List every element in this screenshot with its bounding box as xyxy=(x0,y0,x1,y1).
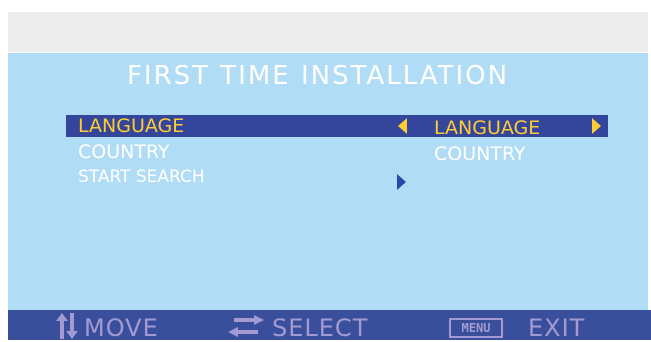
start-search-arrow-icon[interactable] xyxy=(397,174,406,190)
up-down-arrows-icon xyxy=(56,313,78,339)
arrow-left-icon[interactable] xyxy=(398,118,407,134)
country-value[interactable]: COUNTRY xyxy=(434,143,526,165)
installation-menu: FIRST TIME INSTALLATION LANGUAGE COUNTRY… xyxy=(8,53,648,310)
footer-bar: MOVE SELECT MENU EXIT xyxy=(8,310,651,342)
menu-key-icon: MENU xyxy=(449,318,503,338)
top-band xyxy=(8,12,648,52)
menu-item-start-search[interactable]: START SEARCH xyxy=(78,166,205,188)
menu-title: FIRST TIME INSTALLATION xyxy=(126,61,510,91)
language-value[interactable]: LANGUAGE xyxy=(434,117,540,139)
select-label: SELECT xyxy=(272,314,369,342)
move-label: MOVE xyxy=(84,314,159,342)
left-right-arrows-icon xyxy=(228,315,264,337)
menu-item-language[interactable]: LANGUAGE xyxy=(78,115,184,137)
menu-item-country[interactable]: COUNTRY xyxy=(78,141,170,163)
exit-label: EXIT xyxy=(528,314,586,342)
arrow-right-icon[interactable] xyxy=(592,118,601,134)
